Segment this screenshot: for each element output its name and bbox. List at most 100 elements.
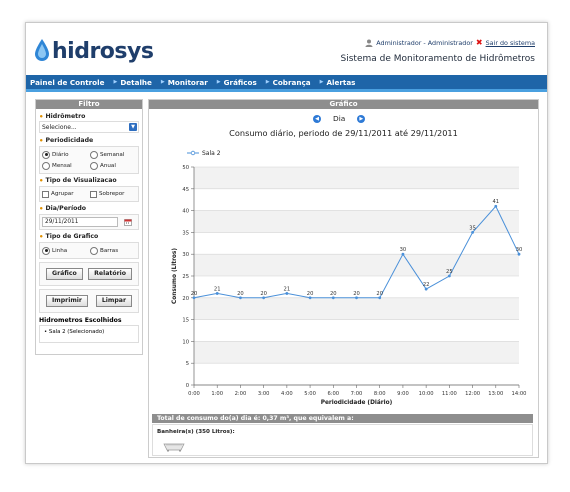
hidrometro-section: • Hidrômetro Selecione... ▼ [36,113,142,133]
nav-alertas[interactable]: ▶ Alertas [316,78,361,87]
grid-band [194,297,519,320]
tipo-grafico-section: • Tipo de Grafico Linha Barras [36,233,142,259]
x-tick-label: 10:00 [419,391,434,397]
visualizacao-section: • Tipo de Visualizacao Agrupar Sobrepor [36,177,142,202]
chevron-down-icon[interactable]: ▼ [129,123,137,131]
grid-band [194,341,519,364]
previous-icon[interactable]: ◀ [313,114,321,123]
periodicidade-label: Periodicidade [45,137,94,144]
water-drop-icon [35,39,49,61]
legend-label: Sala 2 [202,150,221,157]
caret-icon: ▶ [216,79,221,85]
period-navigator: ◀ Dia ▶ [313,114,366,123]
list-item[interactable]: Sala 2 (Selecionado) [49,329,104,335]
caret-icon: ▶ [113,79,118,85]
radio-semanal[interactable]: Semanal [90,149,138,160]
hidrometro-select[interactable]: Selecione... ▼ [39,121,139,133]
hidrometro-label: Hidrômetro [45,113,86,120]
limpar-button[interactable]: Limpar [95,295,132,307]
data-label: 25 [446,269,453,275]
data-label: 20 [307,291,314,297]
filter-title: Filtro [36,100,142,109]
y-tick-label: 40 [182,209,189,215]
data-label: 20 [237,291,244,297]
nav-detalhe[interactable]: ▶ Detalhe [109,78,156,87]
radio-linha[interactable]: Linha [42,245,90,256]
bathtub-icon [163,443,185,452]
radio-anual[interactable]: Anual [90,160,138,171]
x-axis-label: Periodicidade (Diário) [321,399,393,406]
data-point [285,292,289,295]
date-input[interactable]: 29/11/2011 [42,217,118,227]
x-tick-label: 3:00 [258,391,270,397]
data-point [262,296,266,300]
y-tick-label: 0 [186,383,189,389]
data-label: 30 [516,247,523,253]
system-title: Sistema de Monitoramento de Hidrômetros [340,54,535,64]
nav-graficos[interactable]: ▶ Gráficos [213,78,262,87]
periodicidade-section: • Periodicidade Diário Semanal Mensal Anu… [36,137,142,174]
data-label: 22 [423,282,430,288]
filter-panel: Filtro • Hidrômetro Selecione... ▼ • Perio… [35,99,143,355]
x-tick-label: 8:00 [374,391,386,397]
logout-link[interactable]: Sair do sistema [486,39,535,47]
grid-band [194,167,519,189]
y-tick-label: 25 [182,274,189,280]
x-tick-label: 11:00 [442,391,457,397]
graph-panel-title: Gráfico [149,100,538,109]
grid-band [194,254,519,276]
data-point [447,274,451,278]
y-tick-label: 30 [182,252,189,258]
imprimir-button[interactable]: Imprimir [46,295,88,307]
data-label: 30 [400,247,407,253]
relatorio-button[interactable]: Relatório [88,268,132,280]
x-tick-label: 4:00 [281,391,293,397]
calendar-icon[interactable] [124,218,132,226]
y-axis-label: Consumo (Litros) [172,248,178,304]
x-tick-label: 7:00 [351,391,363,397]
y-tick-label: 20 [182,296,189,302]
data-point [308,296,312,300]
data-label: 20 [353,291,360,297]
x-tick-label: 0:00 [188,391,200,397]
legend-marker [190,150,196,156]
data-label: 41 [492,199,499,205]
check-sobrepor[interactable]: Sobrepor [90,189,138,199]
required-marker: • [39,176,44,185]
nav-monitorar[interactable]: ▶ Monitorar [157,78,213,87]
data-point [494,204,498,208]
data-label: 21 [284,286,291,292]
dia-section: • Dia/Período 29/11/2011 [36,205,142,230]
y-tick-label: 35 [182,230,189,236]
data-label: 20 [376,291,383,297]
nav-painel-de-controle[interactable]: Painel de Controle [26,78,109,87]
x-tick-label: 9:00 [397,391,409,397]
data-point [401,252,405,256]
x-tick-label: 2:00 [235,391,247,397]
radio-mensal[interactable]: Mensal [42,160,90,171]
radio-diario[interactable]: Diário [42,149,90,160]
check-agrupar[interactable]: Agrupar [42,189,90,199]
user-icon [365,39,373,47]
brand-logo[interactable]: hidrosys [34,35,154,67]
action-box-2: Imprimir Limpar [39,289,139,313]
app-window: hidrosys Administrador - Administrador ✖… [25,22,548,464]
required-marker: • [39,112,44,121]
y-tick-label: 5 [186,361,189,367]
data-point [424,287,428,291]
radio-barras[interactable]: Barras [90,245,138,256]
data-label: 20 [330,291,337,297]
nav-cobranca[interactable]: ▶ Cobrança [262,78,316,87]
grafico-button[interactable]: Gráfico [46,268,83,280]
consumption-chart: 0 5 10 15 20 25 30 35 40 45 50 0:00 1:00 2:00 3:00 4:00… [172,150,526,406]
next-icon[interactable]: ▶ [357,114,366,123]
period-label: Dia [333,114,346,123]
y-tick-label: 15 [182,318,189,324]
action-box-1: Gráfico Relatório [39,262,139,286]
data-point [192,296,196,300]
data-label: 20 [260,291,267,297]
user-name: Administrador - Administrador [376,38,473,47]
required-marker: • [39,136,44,145]
logout-icon[interactable]: ✖ [476,38,483,47]
data-point [517,252,521,256]
